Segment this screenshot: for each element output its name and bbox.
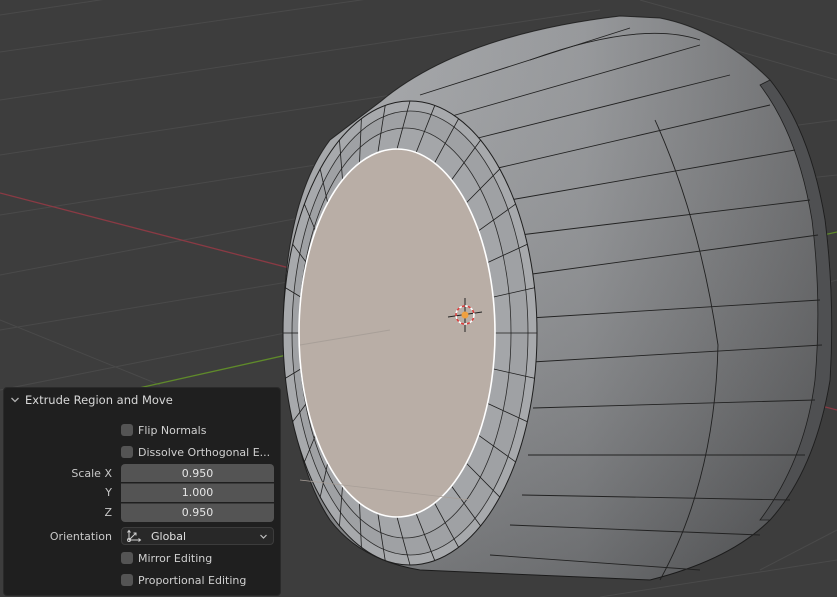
- orientation-label: Orientation: [49, 529, 112, 543]
- proportional-editing-label: Proportional Editing: [138, 573, 247, 587]
- scale-x-label: Scale X: [71, 466, 112, 480]
- operator-panel: Extrude Region and Move Flip Normals Dis…: [3, 387, 281, 596]
- orientation-value: Global: [151, 529, 187, 543]
- scale-x-field[interactable]: 0.950: [121, 464, 274, 482]
- dissolve-orthogonal-edges-checkbox[interactable]: Dissolve Orthogonal E...: [121, 446, 270, 459]
- operator-panel-title: Extrude Region and Move: [25, 393, 173, 407]
- proportional-editing-checkbox[interactable]: Proportional Editing: [121, 574, 246, 587]
- flip-normals-checkbox[interactable]: Flip Normals: [121, 424, 206, 437]
- checkbox-box[interactable]: [121, 574, 133, 586]
- scale-y-field[interactable]: 1.000: [121, 482, 274, 502]
- mirror-editing-label: Mirror Editing: [138, 551, 213, 565]
- checkbox-box[interactable]: [121, 552, 133, 564]
- scale-y-label: Y: [105, 485, 112, 499]
- orientation-global-icon: [127, 529, 142, 542]
- chevron-down-icon: [260, 534, 267, 539]
- scale-z-label: Z: [104, 505, 112, 519]
- dissolve-orthogonal-label: Dissolve Orthogonal E...: [138, 445, 271, 459]
- chevron-down-icon: [11, 397, 19, 403]
- flip-normals-label: Flip Normals: [138, 423, 207, 437]
- operator-panel-header[interactable]: Extrude Region and Move: [10, 392, 173, 408]
- orientation-dropdown[interactable]: Global: [121, 527, 274, 545]
- selected-face[interactable]: [298, 148, 496, 518]
- checkbox-box[interactable]: [121, 446, 133, 458]
- checkbox-box[interactable]: [121, 424, 133, 436]
- scale-z-field[interactable]: 0.950: [121, 502, 274, 522]
- mirror-editing-checkbox[interactable]: Mirror Editing: [121, 552, 212, 565]
